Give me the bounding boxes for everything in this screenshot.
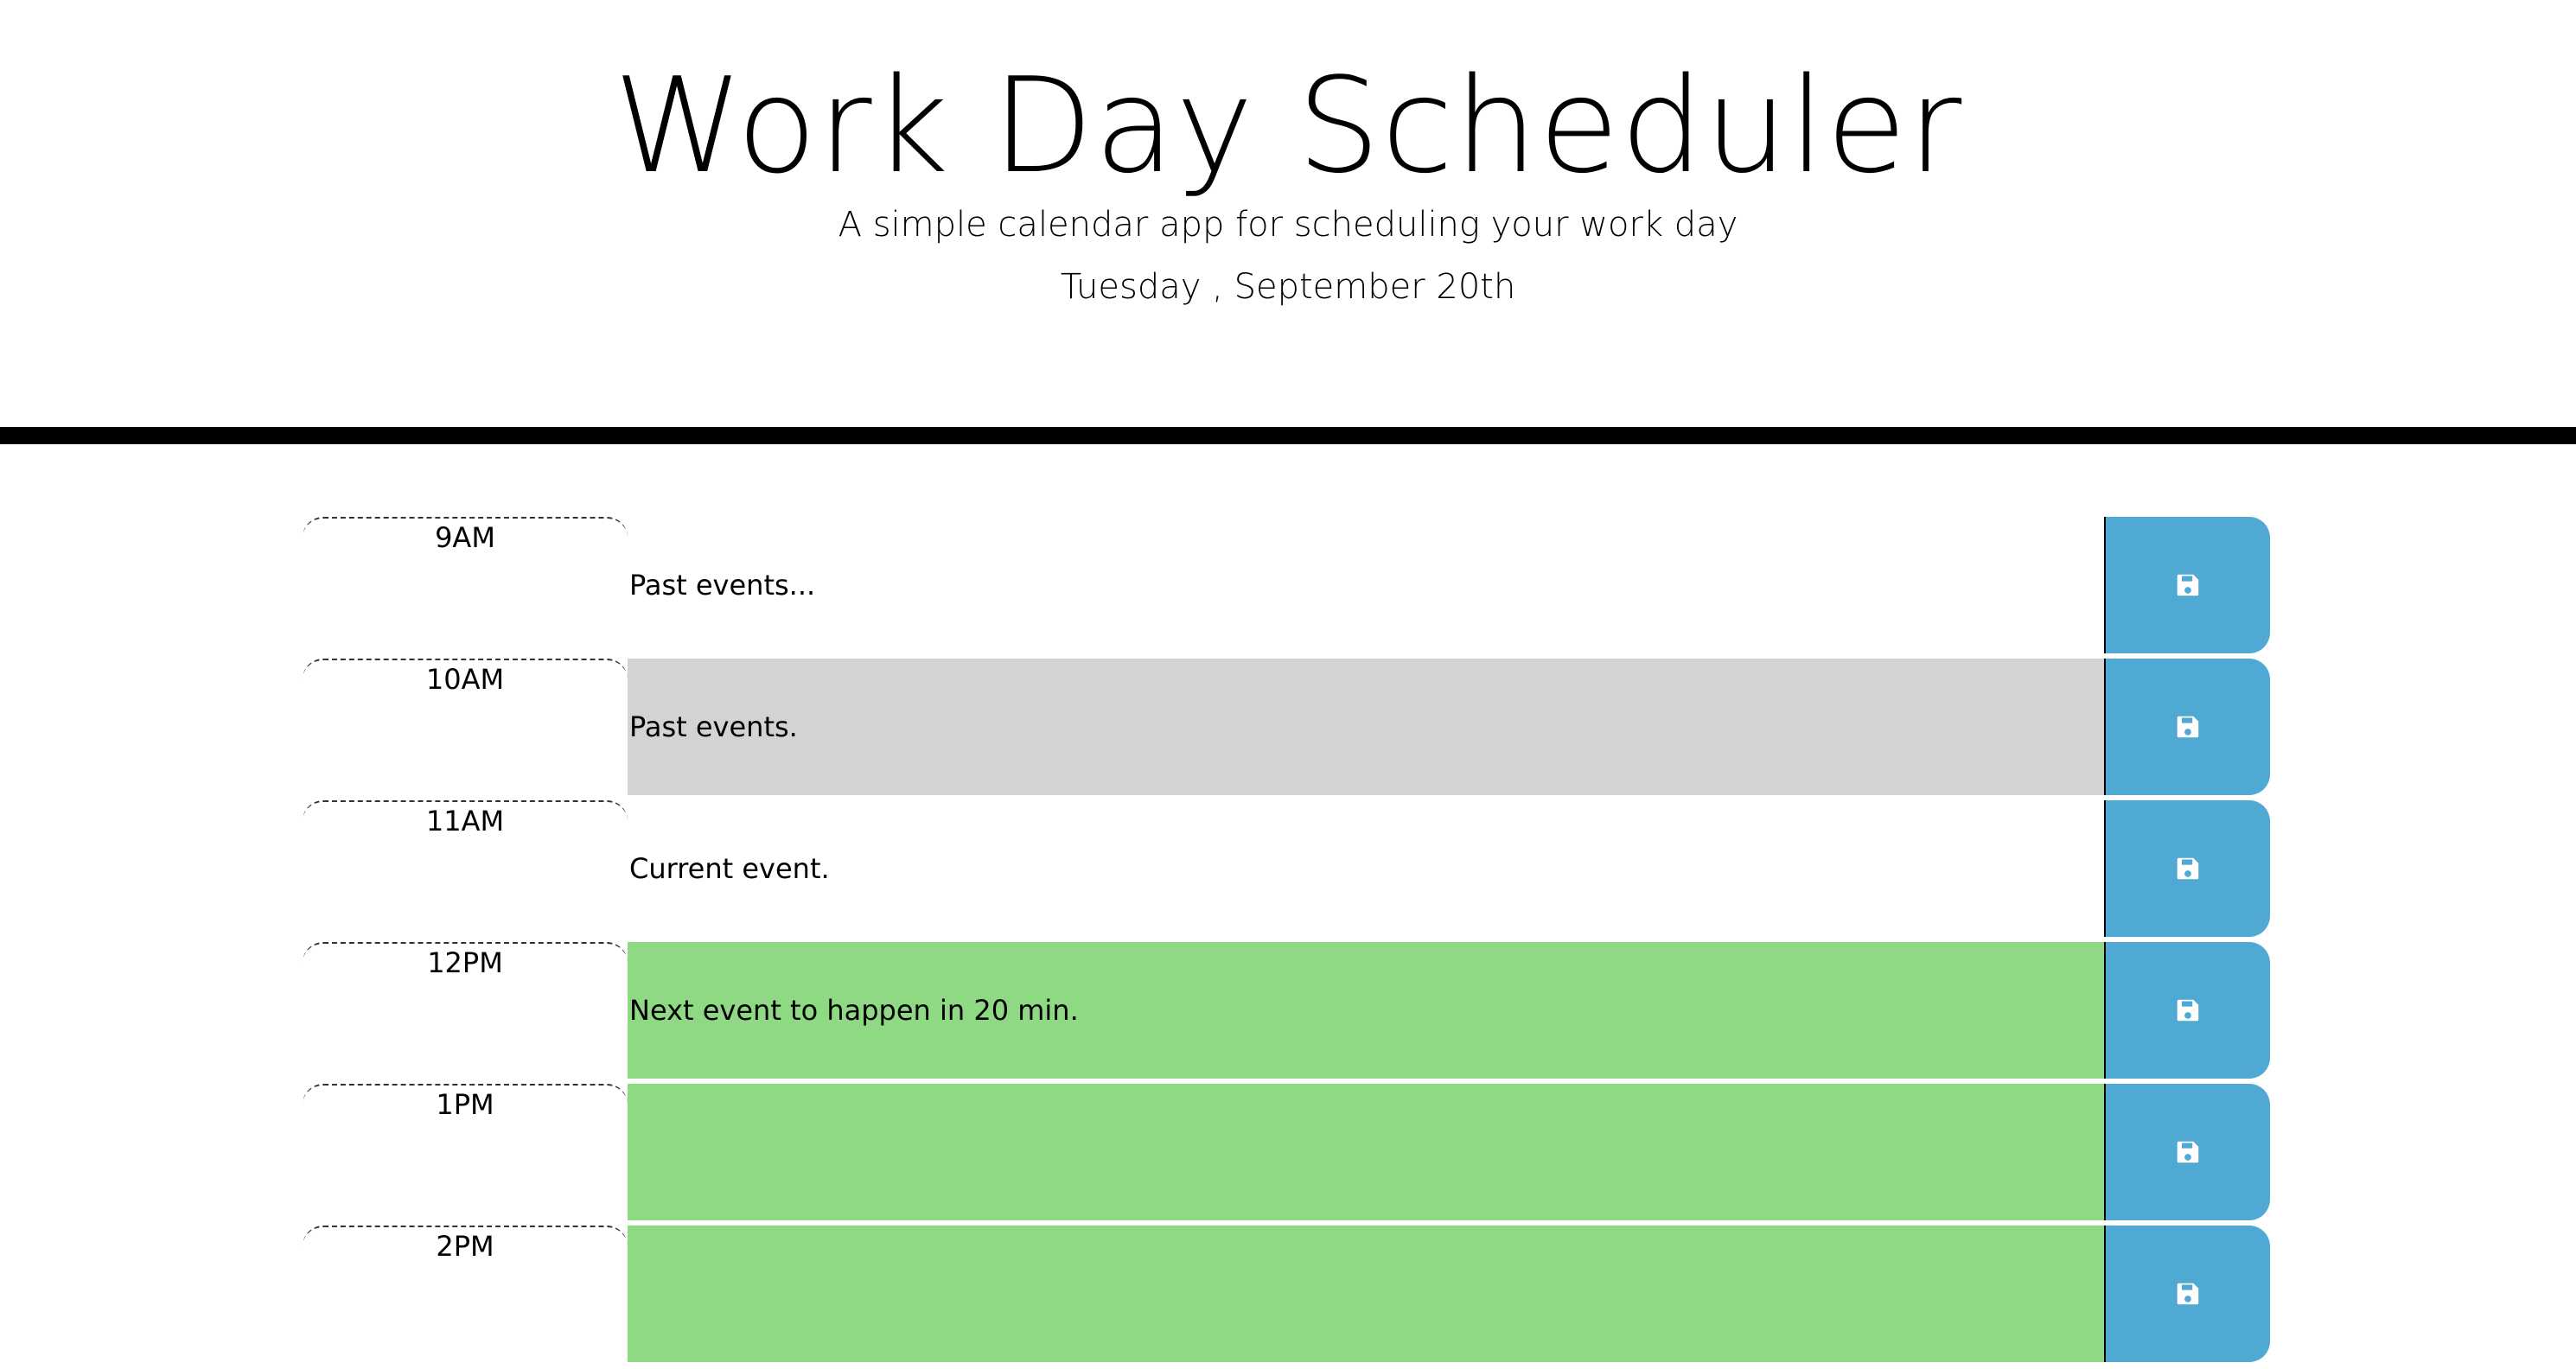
event-description-input[interactable]: Past events...: [628, 517, 2106, 653]
save-button[interactable]: [2106, 942, 2270, 1079]
time-block-9am: 9AM Past events...: [303, 517, 2275, 653]
floppy-disk-icon: [2176, 1140, 2200, 1164]
hour-label: 10AM: [303, 659, 628, 795]
event-description-input[interactable]: [628, 1084, 2106, 1220]
floppy-disk-icon: [2176, 856, 2200, 881]
time-block-11am: 11AM Current event.: [303, 800, 2275, 937]
time-block-12pm: 12PM Next event to happen in 20 min.: [303, 942, 2275, 1079]
page-subtitle: A simple calendar app for scheduling you…: [838, 205, 1738, 245]
save-button[interactable]: [2106, 1084, 2270, 1220]
time-block-10am: 10AM Past events.: [303, 659, 2275, 795]
floppy-disk-icon: [2176, 1282, 2200, 1306]
hour-label: 12PM: [303, 942, 628, 1079]
floppy-disk-icon: [2176, 573, 2200, 597]
page-header: Work Day Scheduler A simple calendar app…: [0, 0, 2576, 444]
event-description-input[interactable]: Current event.: [628, 800, 2106, 937]
hour-label: 2PM: [303, 1226, 628, 1362]
hour-label: 11AM: [303, 800, 628, 937]
save-button[interactable]: [2106, 1226, 2270, 1362]
floppy-disk-icon: [2176, 998, 2200, 1022]
event-description-input[interactable]: Past events.: [628, 659, 2106, 795]
save-button[interactable]: [2106, 517, 2270, 653]
time-block-2pm: 2PM: [303, 1226, 2275, 1362]
floppy-disk-icon: [2176, 715, 2200, 739]
page-title: Work Day Scheduler: [613, 49, 1963, 202]
event-description-input[interactable]: Next event to happen in 20 min.: [628, 942, 2106, 1079]
save-button[interactable]: [2106, 659, 2270, 795]
save-button[interactable]: [2106, 800, 2270, 937]
scheduler-container: 9AM Past events... 10AM Past events. 11A…: [303, 517, 2275, 1367]
time-block-1pm: 1PM: [303, 1084, 2275, 1220]
hour-label: 1PM: [303, 1084, 628, 1220]
hour-label: 9AM: [303, 517, 628, 653]
event-description-input[interactable]: [628, 1226, 2106, 1362]
current-day: Tuesday , September 20th: [1060, 267, 1516, 307]
